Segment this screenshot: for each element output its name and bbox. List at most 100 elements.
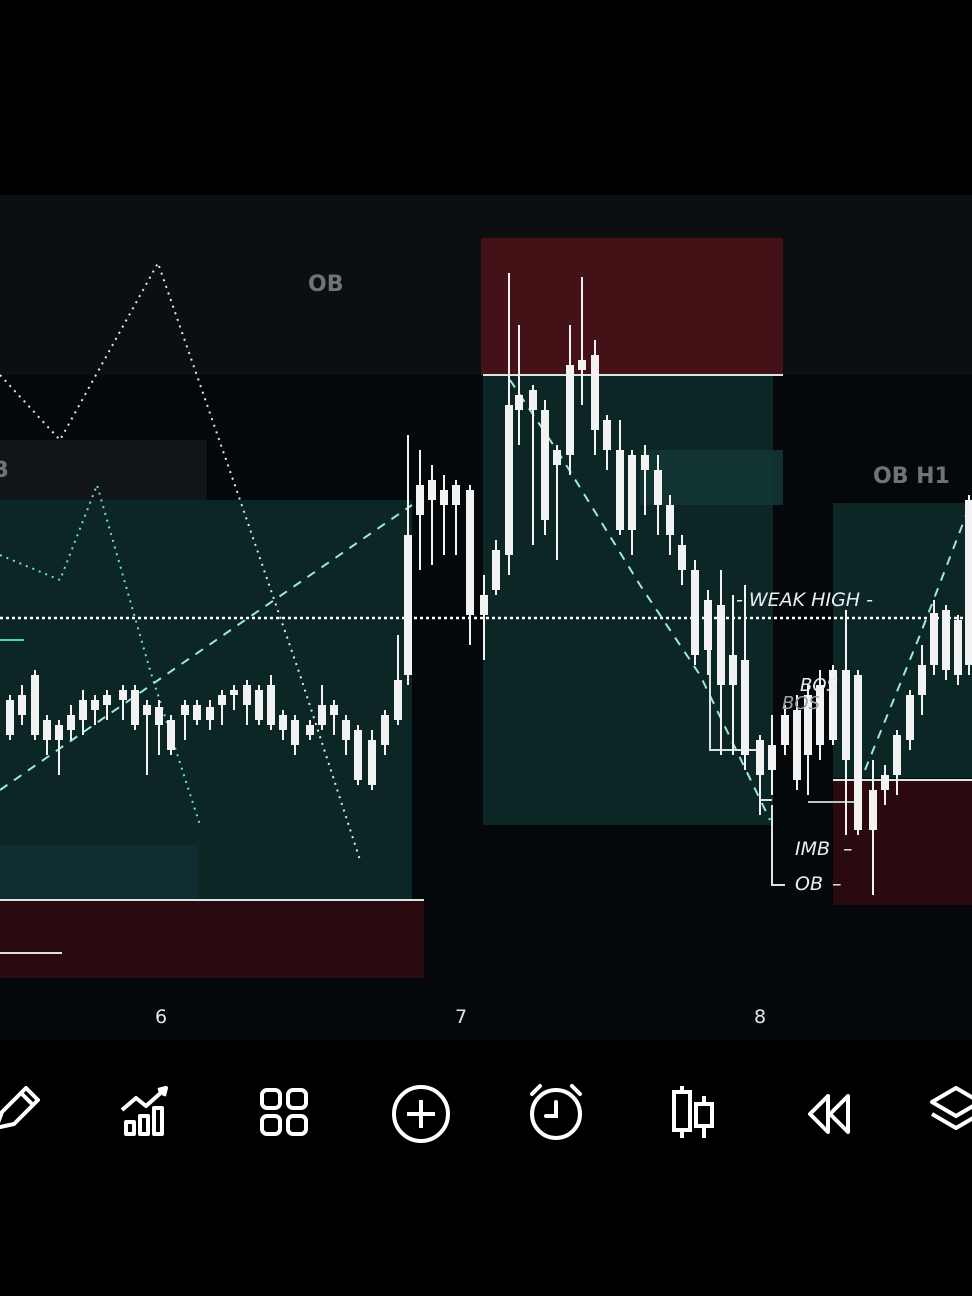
bearish-candle <box>704 600 712 650</box>
imb-dash: – <box>843 838 853 860</box>
bearish-candle <box>243 685 251 705</box>
bearish-candle <box>678 545 686 570</box>
bottom-toolbar <box>0 1050 972 1143</box>
bos-label-2: BOS <box>782 693 820 714</box>
bearish-candle <box>267 685 275 725</box>
bearish-candle <box>505 405 513 555</box>
bearish-candle <box>167 720 175 750</box>
imb-label: IMB <box>795 838 831 860</box>
bearish-candle <box>428 480 436 500</box>
bearish-candle <box>717 605 725 685</box>
bearish-candle <box>781 715 789 745</box>
add-circle-icon[interactable] <box>389 1082 453 1143</box>
demand-zone-left-lower <box>0 845 198 900</box>
day-label-8: 8 <box>754 1006 767 1028</box>
weak-high-label: - WEAK HIGH - <box>736 589 873 611</box>
bearish-candle <box>318 705 326 725</box>
bearish-candle <box>131 690 139 725</box>
bearish-candle <box>691 570 699 655</box>
supply-zone-top <box>481 238 783 375</box>
bearish-candle <box>193 705 201 720</box>
bearish-candle <box>18 695 26 715</box>
bearish-candle <box>43 720 51 740</box>
bearish-candle <box>842 670 850 760</box>
bearish-candle <box>591 355 599 430</box>
ob-label-left: B <box>0 458 9 483</box>
bearish-candle <box>729 655 737 685</box>
ob-label: OB <box>795 873 823 895</box>
bearish-candle <box>342 720 350 740</box>
bearish-candle <box>965 500 972 665</box>
supply-zone-bottom-left <box>0 900 424 978</box>
bearish-candle <box>954 620 962 675</box>
bearish-candle <box>279 715 287 730</box>
bearish-candle <box>869 790 877 830</box>
chart-area[interactable]: OB B OB H1 - WEAK HIGH - BOS BOS IMB – O… <box>0 195 972 1040</box>
bearish-candle <box>466 490 474 615</box>
bearish-candle <box>306 725 314 735</box>
bearish-candle <box>119 690 127 700</box>
bearish-candle <box>381 715 389 745</box>
price-chart[interactable] <box>0 195 972 1040</box>
supply-zone-right <box>833 780 972 905</box>
bearish-candle <box>394 680 402 720</box>
bearish-candle <box>529 390 537 410</box>
demand-zone-middle <box>483 375 773 825</box>
imb-ob-bracket <box>771 805 785 886</box>
bearish-candle <box>440 490 448 505</box>
bearish-candle <box>793 710 801 780</box>
demand-zone-left <box>0 500 412 900</box>
bearish-candle <box>515 395 523 410</box>
bearish-candle <box>218 695 226 705</box>
bearish-candle <box>553 450 561 465</box>
bearish-candle <box>918 665 926 695</box>
bearish-candle <box>79 700 87 720</box>
grid-icon[interactable] <box>252 1082 316 1136</box>
bearish-candle <box>354 730 362 780</box>
bearish-candle <box>666 505 674 535</box>
bearish-candle <box>291 720 299 745</box>
bearish-candle <box>578 360 586 370</box>
bearish-candle <box>255 690 263 720</box>
demand-zone-right <box>833 503 972 778</box>
bearish-candle <box>143 705 151 715</box>
bearish-candle <box>854 675 862 830</box>
bearish-candle <box>480 595 488 615</box>
ob-zone-left <box>0 440 207 500</box>
candles-icon[interactable] <box>662 1082 726 1138</box>
bearish-candle <box>6 700 14 735</box>
indicators-icon[interactable] <box>114 1082 178 1136</box>
bearish-candle <box>654 470 662 505</box>
bearish-candle <box>628 455 636 530</box>
bearish-candle <box>893 735 901 775</box>
rewind-icon[interactable] <box>796 1082 860 1134</box>
bearish-candle <box>641 455 649 470</box>
bearish-candle <box>906 695 914 740</box>
layers-icon[interactable] <box>924 1082 972 1134</box>
bearish-candle <box>741 660 749 755</box>
bearish-candle <box>181 705 189 715</box>
bearish-candle <box>416 485 424 515</box>
bearish-candle <box>566 365 574 455</box>
bearish-candle <box>206 707 214 720</box>
bearish-candle <box>616 450 624 530</box>
bearish-candle <box>756 740 764 775</box>
bearish-candle <box>330 705 338 715</box>
ob-label-top: OB <box>308 272 344 297</box>
bearish-candle <box>155 707 163 725</box>
day-label-6: 6 <box>155 1006 168 1028</box>
ob-h1-label: OB H1 <box>873 464 950 489</box>
ob-dash: – <box>832 873 842 895</box>
bearish-candle <box>881 775 889 790</box>
bearish-candle <box>31 675 39 735</box>
bearish-candle <box>768 745 776 770</box>
bearish-candle <box>230 690 238 695</box>
bearish-candle <box>452 485 460 505</box>
bearish-candle <box>91 700 99 710</box>
bearish-candle <box>492 550 500 590</box>
bearish-candle <box>603 420 611 450</box>
alarm-clock-icon[interactable] <box>524 1082 588 1140</box>
bearish-candle <box>930 613 938 665</box>
pencil-icon[interactable] <box>0 1082 50 1134</box>
bearish-candle <box>55 725 63 740</box>
